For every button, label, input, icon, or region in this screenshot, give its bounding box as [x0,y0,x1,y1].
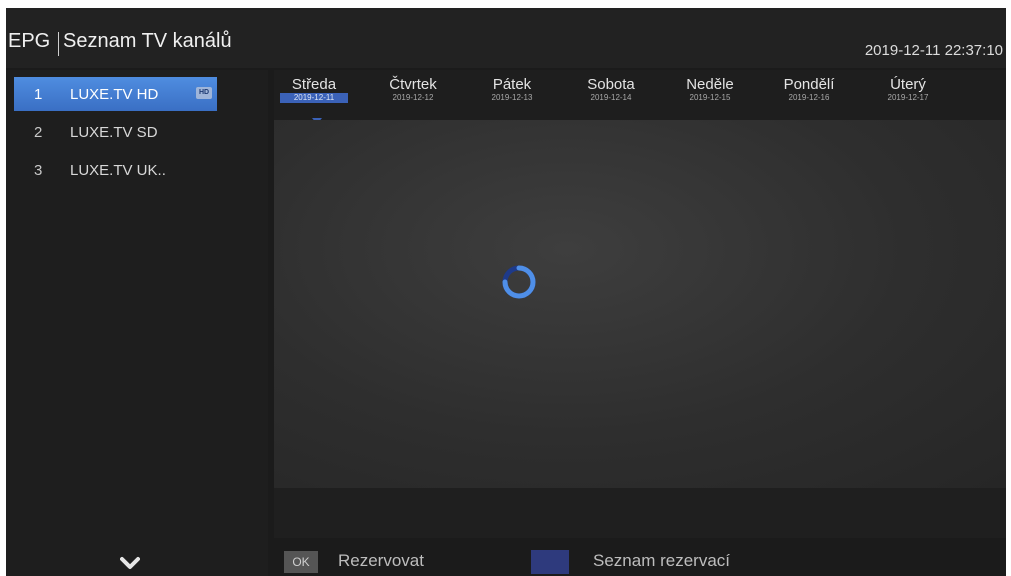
reservations-list-label: Seznam rezervací [593,551,730,570]
hd-badge: HD [196,87,212,99]
day-date: 2019-12-14 [590,93,632,102]
loading-spinner-icon [502,265,536,299]
day-date: 2019-12-13 [491,93,533,102]
ok-key-button[interactable]: OK [284,551,318,573]
day-name: Úterý [890,76,926,93]
day-name: Pondělí [783,76,835,93]
tab-patek[interactable]: Pátek 2019-12-13 [472,70,552,120]
tab-nedele[interactable]: Neděle 2019-12-15 [670,70,750,120]
day-date: 2019-12-15 [689,93,731,102]
day-name: Pátek [492,76,532,93]
epg-label: EPG [8,30,51,52]
page-title: Seznam TV kanálů [63,30,232,52]
datetime-clock: 2019-12-11 22:37:10 [864,42,1003,59]
channel-number: 3 [34,162,43,179]
channel-item-2[interactable]: 2 LUXE.TV SD [6,115,268,149]
program-guide-area [274,120,1006,488]
reserve-label: Rezervovat [338,551,424,570]
channel-name: LUXE.TV UK.. [70,162,166,179]
tab-ctvrtek[interactable]: Čtvrtek 2019-12-12 [373,70,453,120]
day-name: Sobota [587,76,635,93]
tab-sobota[interactable]: Sobota 2019-12-14 [571,70,651,120]
channel-number: 2 [34,124,43,141]
tab-streda[interactable]: Středa 2019-12-11 [274,70,354,124]
day-date: 2019-12-16 [788,93,830,102]
epg-screen: EPG Seznam TV kanálů 2019-12-11 22:37:10… [6,8,1006,576]
header: EPG Seznam TV kanálů 2019-12-11 22:37:10 [6,8,1006,68]
day-name: Středa [291,76,337,93]
detail-strip [274,488,1006,538]
chevron-down-icon[interactable] [120,556,140,570]
channel-list: 1 LUXE.TV HD HD 2 LUXE.TV SD 3 LUXE.TV U… [6,70,268,576]
day-date: 2019-12-17 [887,93,929,102]
day-date: 2019-12-12 [392,93,434,102]
channel-item-1[interactable]: 1 LUXE.TV HD HD [14,77,217,111]
tab-utery[interactable]: Úterý 2019-12-17 [868,70,948,120]
day-name: Čtvrtek [389,76,437,93]
channel-name: LUXE.TV SD [70,124,158,141]
blue-key-button[interactable] [531,550,569,574]
channel-number: 1 [34,86,43,103]
day-name: Neděle [686,76,734,93]
channel-item-3[interactable]: 3 LUXE.TV UK.. [6,153,268,187]
day-date: 2019-12-11 [280,93,348,103]
title-divider [58,32,59,56]
day-tabs: Středa 2019-12-11 Čtvrtek 2019-12-12 Pát… [274,70,1006,124]
tab-pondeli[interactable]: Pondělí 2019-12-16 [769,70,849,120]
channel-name: LUXE.TV HD [70,86,159,103]
